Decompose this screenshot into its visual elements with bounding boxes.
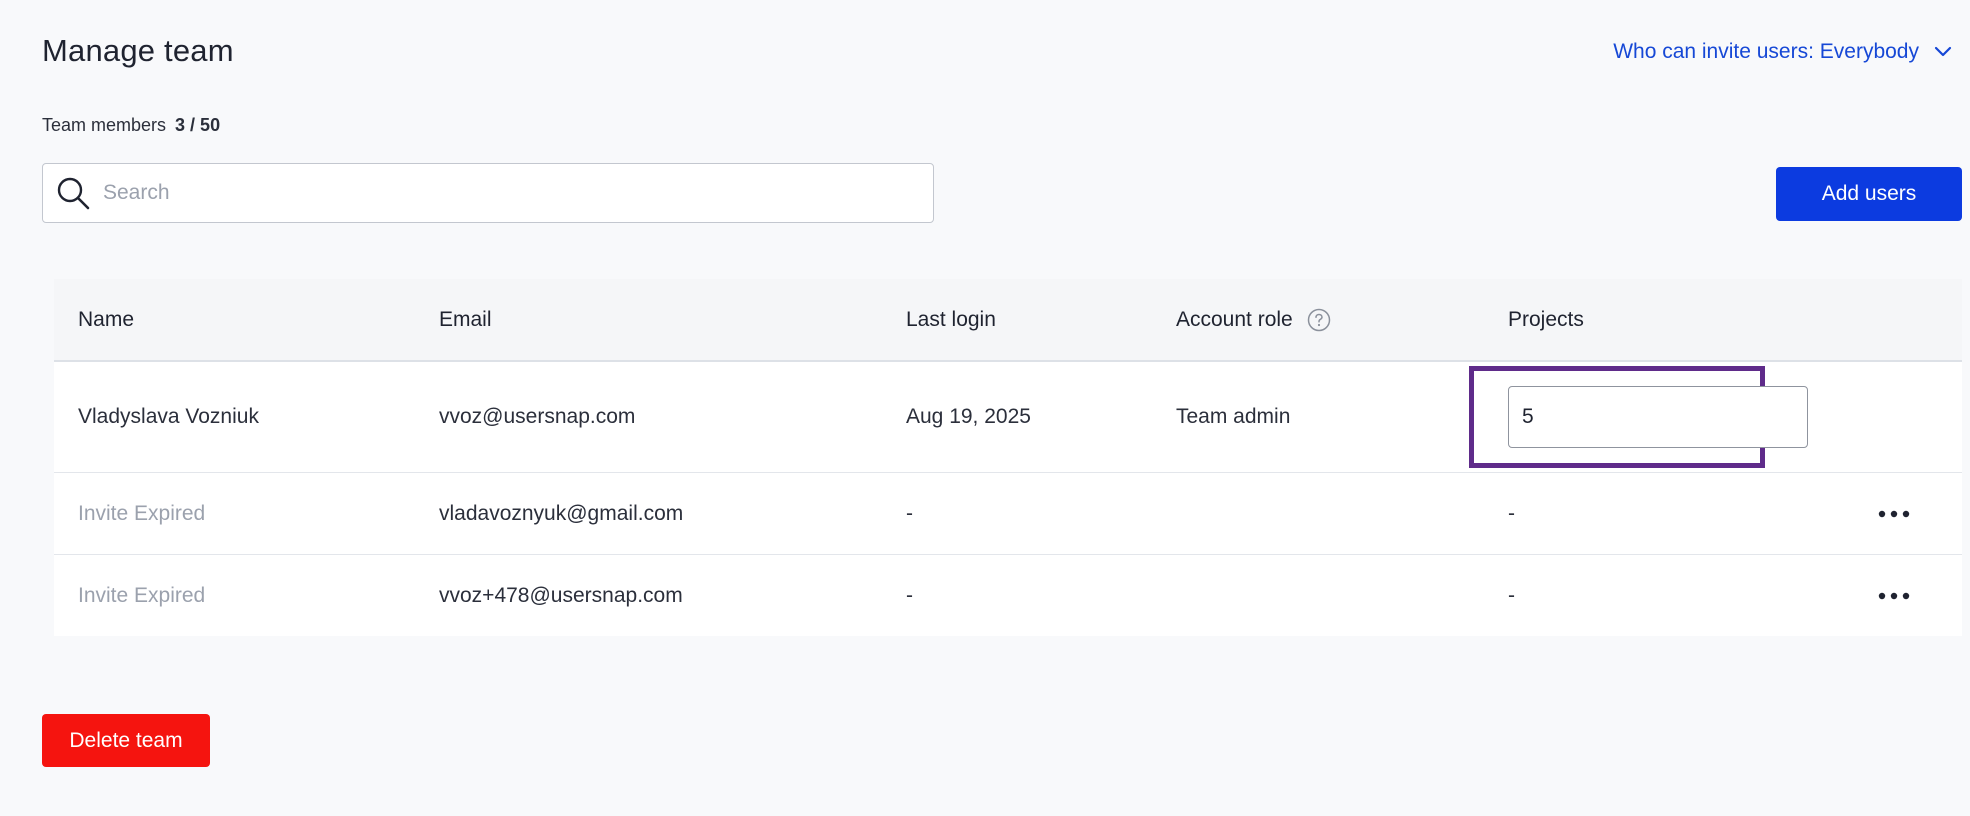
- member-email: vladavoznyuk@gmail.com: [439, 501, 684, 525]
- more-horizontal-icon: [1878, 587, 1910, 605]
- column-header-last-login: Last login: [906, 307, 996, 331]
- search-input[interactable]: [101, 172, 885, 214]
- invite-policy-label: Who can invite users: Everybody: [1613, 40, 1919, 63]
- column-header-projects: Projects: [1508, 307, 1584, 331]
- add-users-button[interactable]: Add users: [1776, 167, 1962, 221]
- team-members-count: Team members 3 / 50: [42, 115, 220, 136]
- delete-team-button[interactable]: Delete team: [42, 714, 210, 767]
- team-members-table: Name Email Last login Account role Proje…: [54, 279, 1962, 636]
- team-members-value: 3 / 50: [175, 115, 221, 135]
- page-title: Manage team: [42, 33, 234, 68]
- more-horizontal-icon: [1878, 505, 1910, 523]
- table-row: Invite Expired vvoz+478@usersnap.com - -: [54, 555, 1962, 636]
- table-header: Name Email Last login Account role Proje…: [54, 279, 1962, 362]
- column-header-account-role-label: Account role: [1176, 307, 1293, 331]
- team-members-label: Team members: [42, 115, 167, 135]
- row-more-button[interactable]: [1874, 499, 1914, 529]
- member-last-login: -: [906, 501, 913, 525]
- member-email: vvoz+478@usersnap.com: [439, 583, 683, 607]
- member-role: Team admin: [1176, 405, 1291, 428]
- member-last-login: -: [906, 583, 913, 607]
- member-name: Invite Expired: [78, 583, 206, 607]
- column-header-name: Name: [78, 307, 135, 331]
- member-email: vvoz@usersnap.com: [439, 405, 636, 428]
- row-more-button[interactable]: [1874, 581, 1914, 611]
- member-name: Invite Expired: [78, 501, 206, 525]
- member-projects: -: [1508, 501, 1515, 525]
- member-projects: -: [1508, 583, 1515, 607]
- invite-policy-dropdown[interactable]: Who can invite users: Everybody: [1613, 40, 1953, 64]
- member-name: Vladyslava Vozniuk: [78, 405, 259, 428]
- table-row: Vladyslava Vozniuk vvoz@usersnap.com Aug…: [54, 362, 1962, 473]
- member-last-login: Aug 19, 2025: [906, 405, 1031, 428]
- column-header-email: Email: [439, 307, 492, 331]
- column-header-account-role: Account role: [1176, 279, 1331, 360]
- table-row: Invite Expired vladavoznyuk@gmail.com - …: [54, 473, 1962, 555]
- search-box[interactable]: [42, 163, 934, 223]
- chevron-down-icon: [1933, 42, 1953, 62]
- help-circle-icon[interactable]: [1307, 308, 1331, 332]
- projects-input[interactable]: [1508, 386, 1808, 448]
- search-icon: [55, 175, 91, 211]
